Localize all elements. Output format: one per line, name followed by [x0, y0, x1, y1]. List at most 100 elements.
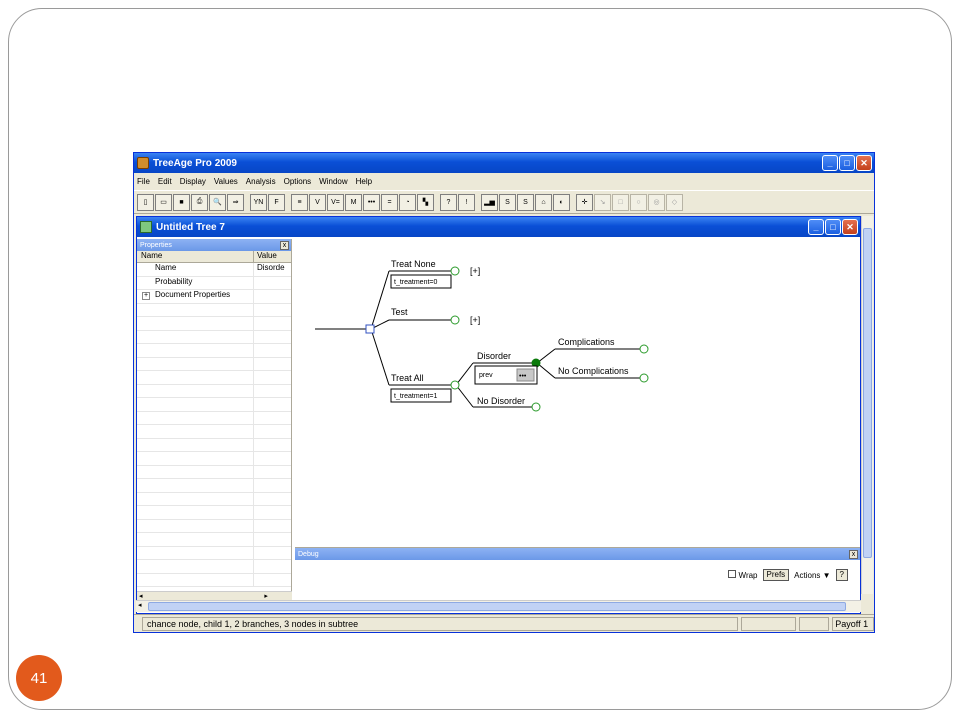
property-value[interactable]: Disorde — [254, 263, 291, 276]
variables-icon[interactable]: V — [309, 193, 326, 211]
empty-property-row — [137, 344, 291, 358]
doc-close-button[interactable]: ✕ — [842, 219, 858, 235]
list-icon[interactable]: ≡ — [291, 193, 308, 211]
sens2-icon[interactable]: S — [517, 193, 534, 211]
menu-display[interactable]: Display — [180, 177, 206, 186]
property-name-text: Document Properties — [155, 290, 231, 299]
empty-property-row — [137, 411, 291, 425]
debug-close-button[interactable]: x — [849, 549, 858, 559]
wrap-checkbox-box[interactable] — [727, 570, 736, 578]
property-row[interactable]: Name Disorde — [137, 263, 291, 277]
prefs-button[interactable]: Prefs — [762, 569, 790, 581]
vertical-scroll-thumb[interactable] — [863, 228, 872, 558]
vertical-scrollbar[interactable] — [861, 216, 873, 594]
treeage-app-icon — [137, 157, 149, 169]
expand-icon[interactable]: + — [142, 292, 150, 300]
arrow-icon[interactable]: ↘ — [594, 193, 611, 211]
document-titlebar[interactable]: Untitled Tree 7 _ □ ✕ — [137, 217, 860, 237]
collapsed-indicator-treat-none: [+] — [470, 266, 480, 276]
empty-property-row — [137, 533, 291, 547]
export-icon[interactable]: ⇒ — [227, 193, 244, 211]
maximize-button[interactable]: □ — [839, 155, 855, 171]
terminal-node-test — [450, 315, 460, 325]
status-slot — [740, 616, 797, 631]
wrap-label: Wrap — [738, 571, 758, 580]
empty-property-row — [137, 438, 291, 452]
horizontal-scrollbar[interactable]: ◂ — [136, 600, 861, 612]
column-header-value[interactable]: Value — [254, 251, 291, 262]
circle-node-icon[interactable]: ○ — [630, 193, 647, 211]
help-icon[interactable]: ? — [440, 193, 457, 211]
empty-property-row — [137, 492, 291, 506]
tree-canvas[interactable]: Treat None t_treatment=0 [+] Test [+] Tr… — [295, 239, 847, 545]
probability-input-disorder: prev — [479, 372, 493, 379]
properties-title: Properties — [140, 241, 172, 249]
empty-property-row — [137, 317, 291, 331]
chart-icon[interactable]: ▂▅ — [481, 193, 498, 211]
empty-property-row — [137, 384, 291, 398]
empty-property-row — [137, 573, 291, 587]
sens-icon[interactable]: S — [499, 193, 516, 211]
doc-maximize-button[interactable]: □ — [825, 219, 841, 235]
function-icon[interactable]: F — [268, 193, 285, 211]
open-icon[interactable]: ▭ — [155, 193, 172, 211]
color-icon[interactable]: ◐ — [553, 193, 570, 211]
app-titlebar[interactable]: TreeAge Pro 2009 _ □ ✕ — [134, 153, 874, 173]
double-circle-icon[interactable]: ◎ — [648, 193, 665, 211]
menu-file[interactable]: File — [137, 177, 150, 186]
app-window: TreeAge Pro 2009 _ □ ✕ File Edit Display… — [133, 152, 875, 633]
alert-icon[interactable]: ! — [458, 193, 475, 211]
empty-property-row — [137, 425, 291, 439]
save-icon[interactable]: ■ — [173, 193, 190, 211]
empty-property-row — [137, 371, 291, 385]
menu-help[interactable]: Help — [356, 177, 372, 186]
properties-pane: Properties x Name Value Name Disorde Proba… — [137, 239, 292, 601]
close-button[interactable]: ✕ — [856, 155, 872, 171]
branch-line-treat-all — [370, 328, 390, 386]
define-variable-icon[interactable]: V= — [327, 193, 344, 211]
menu-options[interactable]: Options — [284, 177, 312, 186]
doc-minimize-button[interactable]: _ — [808, 219, 824, 235]
properties-close-button[interactable]: x — [280, 240, 289, 250]
empty-property-row — [137, 465, 291, 479]
app-title: TreeAge Pro 2009 — [153, 157, 237, 169]
branch-label-no-complications: No Complications — [558, 366, 629, 376]
menu-values[interactable]: Values — [214, 177, 238, 186]
column-header-name[interactable]: Name — [137, 251, 254, 262]
property-row[interactable]: + Document Properties — [137, 290, 291, 304]
menu-edit[interactable]: Edit — [158, 177, 172, 186]
property-value[interactable] — [254, 290, 291, 303]
dots-icon[interactable]: ••• — [363, 193, 380, 211]
wrap-checkbox[interactable]: Wrap — [727, 570, 758, 580]
node-icon[interactable]: ▚ — [417, 193, 434, 211]
property-row[interactable]: Probability — [137, 276, 291, 290]
equals-icon[interactable]: = — [381, 193, 398, 211]
print-icon[interactable]: ⎙ — [191, 193, 208, 211]
debug-help-button[interactable]: ? — [835, 569, 848, 581]
tree-icon[interactable]: ⌂ — [535, 193, 552, 211]
property-name-text: Probability — [155, 276, 193, 286]
yes-no-icon[interactable]: YN — [250, 193, 267, 211]
empty-property-row — [137, 519, 291, 533]
property-name: Probability — [137, 276, 254, 289]
menu-analysis[interactable]: Analysis — [246, 177, 276, 186]
branch-label-complications: Complications — [558, 337, 615, 347]
toolbar: ▯ ▭ ■ ⎙ 🔍 ⇒ YN F ≡ V V= M ••• = ◔ ▚?! ▂▅ S S ⌂ ◐ ✛ ↘ □ ○ ◎ ◇ — [134, 190, 874, 214]
branch-line-treat-none — [370, 270, 390, 330]
menu-window[interactable]: Window — [319, 177, 347, 186]
markov-icon[interactable]: M — [345, 193, 362, 211]
actions-dropdown[interactable]: Actions ▼ — [794, 571, 830, 580]
move-icon[interactable]: ✛ — [576, 193, 593, 211]
square-node-icon[interactable]: □ — [612, 193, 629, 211]
clock-icon[interactable]: ◔ — [399, 193, 416, 211]
property-value[interactable] — [254, 277, 291, 290]
diamond-icon[interactable]: ◇ — [666, 193, 683, 211]
property-name: + Document Properties — [137, 290, 254, 303]
value-text-treat-all: t_treatment=1 — [394, 393, 437, 400]
horizontal-scroll-thumb[interactable] — [148, 602, 846, 611]
minimize-button[interactable]: _ — [822, 155, 838, 171]
empty-property-row — [137, 546, 291, 560]
new-icon[interactable]: ▯ — [137, 193, 154, 211]
preview-icon[interactable]: 🔍 — [209, 193, 226, 211]
empty-property-row — [137, 560, 291, 574]
